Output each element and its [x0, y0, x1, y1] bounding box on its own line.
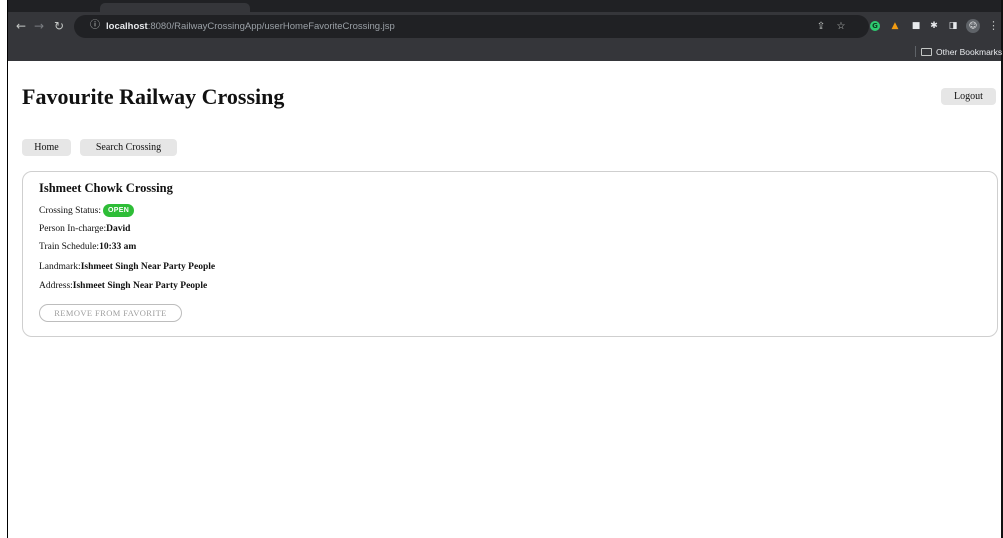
landmark-row: Landmark: Ishmeet Singh Near Party People [39, 262, 215, 272]
tab-strip [8, 0, 1001, 12]
bookmarks-bar: Other Bookmarks [8, 42, 1002, 61]
train-schedule-value: 10:33 am [99, 242, 137, 252]
kebab-menu-icon[interactable]: ⋮ [988, 19, 999, 33]
info-icon[interactable]: ⓘ [88, 19, 102, 33]
logout-button[interactable]: Logout [941, 88, 996, 105]
address-label: Address: [39, 281, 73, 291]
page-title: Favourite Railway Crossing [22, 84, 285, 109]
landmark-value: Ishmeet Singh Near Party People [80, 262, 216, 272]
profile-avatar[interactable]: ☺ [966, 19, 980, 33]
crossing-status-row: Crossing Status: OPEN [39, 204, 135, 217]
home-button[interactable]: Home [22, 139, 71, 156]
address-value: Ishmeet Singh Near Party People [72, 281, 208, 291]
screenshot-frame-left [0, 0, 8, 538]
side-panel-icon[interactable]: ◨ [948, 21, 958, 31]
extension-green-icon[interactable]: G [870, 21, 880, 31]
bookmarks-separator [915, 46, 916, 57]
folder-icon [921, 47, 932, 56]
person-in-charge-row: Person In-charge: David [39, 224, 130, 234]
bookmark-star-icon[interactable]: ☆ [834, 20, 848, 34]
back-arrow-icon[interactable]: ← [12, 17, 30, 35]
forward-arrow-icon[interactable]: → [30, 17, 48, 35]
crossing-name: Ishmeet Chowk Crossing [39, 181, 173, 195]
train-schedule-row: Train Schedule: 10:33 am [39, 242, 136, 252]
browser-toolbar: ← → ↻ ⓘ localhost:8080/RailwayCrossingAp… [8, 12, 1001, 42]
status-badge: OPEN [103, 204, 135, 217]
person-in-charge-value: David [106, 224, 131, 234]
share-icon[interactable]: ⇪ [814, 20, 828, 34]
url-path: :8080/RailwayCrossingApp/userHomeFavorit… [147, 21, 395, 32]
crossing-card: Ishmeet Chowk Crossing Crossing Status: … [22, 171, 998, 337]
search-crossing-button[interactable]: Search Crossing [80, 139, 177, 156]
address-bar[interactable]: ⓘ localhost:8080/RailwayCrossingApp/user… [74, 15, 869, 38]
crossing-status-label: Crossing Status: [39, 205, 102, 216]
extensions-puzzle-icon[interactable]: ✱ [929, 21, 939, 31]
other-bookmarks-folder[interactable]: Other Bookmarks [921, 45, 1002, 58]
landmark-label: Landmark: [39, 262, 81, 272]
url-text[interactable]: localhost:8080/RailwayCrossingApp/userHo… [106, 20, 395, 33]
remove-from-favorite-button[interactable]: REMOVE FROM FAVORITE [39, 304, 182, 322]
address-row: Address: Ishmeet Singh Near Party People [39, 281, 207, 291]
other-bookmarks-label: Other Bookmarks [936, 46, 1003, 57]
reload-icon[interactable]: ↻ [50, 17, 68, 35]
train-schedule-label: Train Schedule: [39, 242, 100, 252]
browser-chrome: ← → ↻ ⓘ localhost:8080/RailwayCrossingAp… [8, 0, 1002, 61]
active-tab[interactable] [100, 3, 250, 12]
extension-square-icon[interactable]: ■ [911, 21, 921, 31]
url-host: localhost [106, 21, 148, 32]
person-in-charge-label: Person In-charge: [39, 224, 107, 234]
page-content: Favourite Railway Crossing Logout Home S… [8, 61, 1001, 538]
extension-orange-icon[interactable]: ▲ [890, 21, 900, 31]
